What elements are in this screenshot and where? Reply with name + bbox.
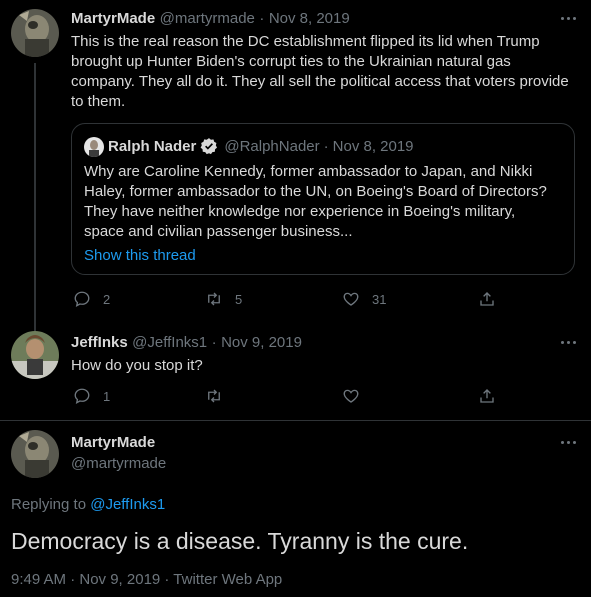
reply-icon xyxy=(74,291,90,308)
share-icon xyxy=(480,389,494,403)
handle[interactable]: @JeffInks1 xyxy=(132,334,207,351)
separator: · xyxy=(323,137,329,155)
like-button[interactable] xyxy=(342,387,360,405)
quoted-tweet-header: Ralph Nader @RalphNader · Nov 8, 2019 xyxy=(108,137,414,155)
more-icon[interactable] xyxy=(559,12,579,26)
like-icon xyxy=(343,389,359,403)
reply-icon xyxy=(74,388,90,405)
verified-badge-icon xyxy=(200,138,218,155)
display-name[interactable]: JeffInks xyxy=(71,334,128,351)
tweet-date: Nov 8, 2019 xyxy=(332,137,414,155)
main-tweet-text: Democracy is a disease. Tyranny is the c… xyxy=(11,528,469,554)
avatar-martyrmade[interactable] xyxy=(11,430,59,478)
tweet-text: How do you stop it? xyxy=(71,357,203,374)
avatar-martyrmade[interactable] xyxy=(11,9,59,57)
display-name[interactable]: MartyrMade xyxy=(71,434,155,451)
reply-count: 1 xyxy=(103,388,111,404)
tweet-header: MartyrMade @martyrmade · Nov 8, 2019 xyxy=(71,10,350,28)
replying-to: Replying to @JeffInks1 xyxy=(11,496,165,513)
tweet-timestamp[interactable]: 9:49 AM · Nov 9, 2019 · Twitter Web App xyxy=(11,571,282,588)
replying-to-label: Replying to xyxy=(11,496,87,513)
avatar-jeffinks[interactable] xyxy=(11,331,59,379)
thread-line xyxy=(34,63,36,331)
tweet-date[interactable]: Nov 8, 2019 xyxy=(269,10,350,27)
like-button[interactable]: 31 xyxy=(342,290,386,308)
tweet-date[interactable]: Nov 9, 2019 xyxy=(221,334,302,351)
handle[interactable]: @martyrmade xyxy=(71,455,166,472)
handle[interactable]: @martyrmade xyxy=(160,10,255,27)
retweet-count: 5 xyxy=(235,291,243,307)
handle: @RalphNader xyxy=(224,137,320,155)
divider xyxy=(0,420,591,421)
share-icon xyxy=(480,292,494,306)
like-count: 31 xyxy=(372,291,387,307)
retweet-button[interactable] xyxy=(205,387,223,405)
quoted-tweet-card[interactable]: Ralph Nader @RalphNader · Nov 8, 2019 Wh… xyxy=(71,123,575,275)
like-icon xyxy=(343,292,359,306)
more-icon[interactable] xyxy=(559,436,579,450)
share-button[interactable] xyxy=(478,290,496,308)
tweet-text: This is the real reason the DC establish… xyxy=(71,33,569,110)
retweet-icon xyxy=(208,292,220,306)
separator: · xyxy=(259,10,265,27)
avatar-ralph-nader xyxy=(84,137,104,157)
replying-to-handle[interactable]: @JeffInks1 xyxy=(90,496,165,513)
retweet-button[interactable]: 5 xyxy=(205,290,242,308)
display-name: Ralph Nader xyxy=(108,137,197,155)
reply-button[interactable]: 2 xyxy=(73,290,110,308)
display-name[interactable]: MartyrMade xyxy=(71,10,155,27)
quoted-tweet-text: Why are Caroline Kennedy, former ambassa… xyxy=(84,163,547,240)
tweet-header: JeffInks @JeffInks1 · Nov 9, 2019 xyxy=(71,334,302,352)
reply-button[interactable]: 1 xyxy=(73,387,110,405)
show-thread-link[interactable]: Show this thread xyxy=(84,247,196,264)
reply-count: 2 xyxy=(103,291,111,307)
retweet-icon xyxy=(208,389,220,403)
separator: · xyxy=(211,334,217,351)
more-icon[interactable] xyxy=(559,336,579,350)
share-button[interactable] xyxy=(478,387,496,405)
